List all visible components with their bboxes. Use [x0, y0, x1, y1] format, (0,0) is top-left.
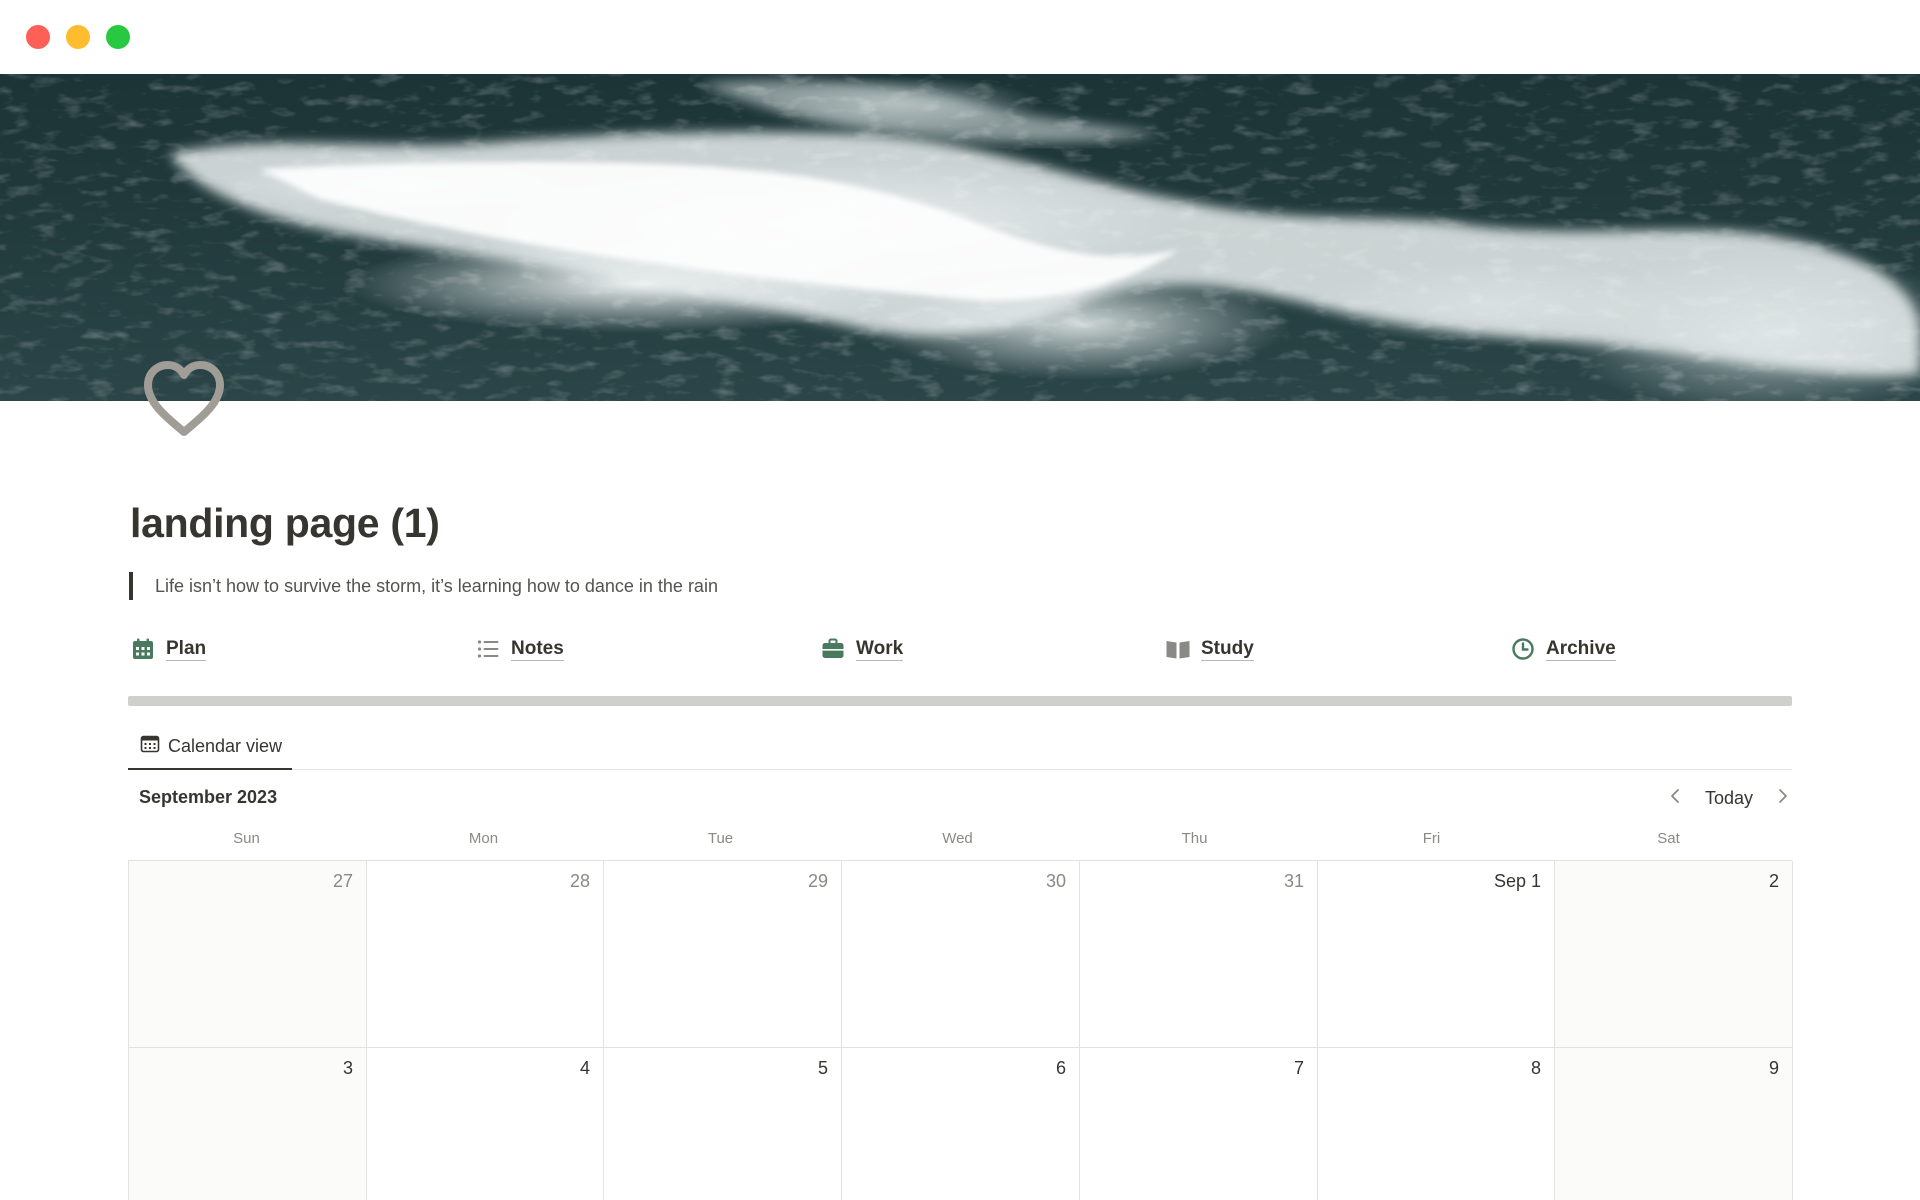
- calendar-day-cell[interactable]: 31: [1080, 861, 1318, 1048]
- day-number: 29: [807, 871, 828, 891]
- day-number: 6: [1055, 1058, 1066, 1078]
- calendar-header: September 2023 Today: [128, 780, 1792, 816]
- weekday-label: Thu: [1181, 830, 1208, 847]
- previous-month-button[interactable]: [1660, 780, 1690, 816]
- day-number: Sep 1: [1493, 871, 1541, 891]
- today-button[interactable]: Today: [1694, 780, 1764, 816]
- page-links-nav: Plan Notes Work Study Archive: [130, 631, 1790, 667]
- window-titlebar: [0, 0, 1920, 74]
- nav-link-work[interactable]: Work: [820, 631, 904, 667]
- nav-link-label: Archive: [1546, 637, 1616, 661]
- calendar-grid-icon: [130, 636, 156, 662]
- day-number: 7: [1293, 1058, 1304, 1078]
- book-icon: [1165, 636, 1191, 662]
- calendar-day-cell[interactable]: 9: [1555, 1048, 1793, 1200]
- nav-link-label: Plan: [166, 637, 207, 661]
- calendar-day-cell[interactable]: 8: [1318, 1048, 1555, 1200]
- page-title[interactable]: landing page (1): [130, 500, 440, 547]
- calendar-day-cell[interactable]: 4: [367, 1048, 604, 1200]
- tab-label: Calendar view: [168, 735, 283, 756]
- heart-icon[interactable]: [140, 358, 228, 440]
- calendar-day-cell[interactable]: 6: [842, 1048, 1080, 1200]
- weekday-label: Fri: [1422, 830, 1441, 847]
- day-number: 2: [1768, 871, 1779, 891]
- cover-image: [0, 74, 1920, 401]
- calendar-day-cell[interactable]: 29: [604, 861, 842, 1048]
- weekday-label: Sat: [1657, 830, 1680, 847]
- nav-link-notes[interactable]: Notes: [475, 631, 564, 667]
- day-number: 31: [1283, 871, 1304, 891]
- day-number: 5: [817, 1058, 828, 1078]
- calendar-day-cell[interactable]: 3: [129, 1048, 367, 1200]
- weekday-label: Mon: [468, 830, 499, 847]
- minimize-window-button[interactable]: [66, 25, 90, 49]
- database-view-tabs: Calendar view: [128, 724, 1792, 770]
- nav-link-label: Work: [856, 637, 904, 661]
- weekday-label: Tue: [707, 830, 734, 847]
- calendar-day-cell[interactable]: 7: [1080, 1048, 1318, 1200]
- calendar-grid: 27 28 29 30 31 Sep 1 2 3 4 5 6 7 8 9: [128, 860, 1793, 1200]
- chevron-right-icon: [1777, 787, 1789, 810]
- page-quote[interactable]: Life isn’t how to survive the storm, it’…: [129, 572, 718, 600]
- ocean-waves-image: [0, 74, 1920, 401]
- current-month: September 2023: [139, 787, 278, 807]
- nav-link-study[interactable]: Study: [1165, 631, 1254, 667]
- day-number: 27: [332, 871, 353, 891]
- weekday-label: Sun: [233, 830, 260, 847]
- calendar-day-cell[interactable]: 28: [367, 861, 604, 1048]
- day-number: 3: [342, 1058, 353, 1078]
- list-icon: [475, 636, 501, 662]
- nav-link-label: Study: [1201, 637, 1254, 661]
- calendar-day-cell[interactable]: 30: [842, 861, 1080, 1048]
- maximize-window-button[interactable]: [106, 25, 130, 49]
- day-number: 30: [1045, 871, 1066, 891]
- calendar-day-cell[interactable]: 27: [129, 861, 367, 1048]
- briefcase-icon: [820, 636, 846, 662]
- chevron-left-icon: [1669, 787, 1681, 810]
- day-number: 8: [1530, 1058, 1541, 1078]
- calendar-icon: [140, 734, 160, 759]
- calendar-day-cell[interactable]: 5: [604, 1048, 842, 1200]
- weekday-header: Sun Mon Tue Wed Thu Fri Sat: [128, 828, 1792, 860]
- close-window-button[interactable]: [26, 25, 50, 49]
- next-month-button[interactable]: [1768, 780, 1798, 816]
- day-number: 4: [579, 1058, 590, 1078]
- weekday-label: Wed: [942, 830, 973, 847]
- tab-calendar-view[interactable]: Calendar view: [128, 724, 293, 770]
- calendar-day-cell[interactable]: 2: [1555, 861, 1793, 1048]
- day-number: 28: [569, 871, 590, 891]
- clock-icon: [1510, 636, 1536, 662]
- nav-link-label: Notes: [511, 637, 564, 661]
- nav-link-plan[interactable]: Plan: [130, 631, 207, 667]
- day-number: 9: [1768, 1058, 1779, 1078]
- nav-link-archive[interactable]: Archive: [1510, 631, 1616, 667]
- calendar-day-cell[interactable]: Sep 1: [1318, 861, 1555, 1048]
- section-divider: [128, 696, 1792, 706]
